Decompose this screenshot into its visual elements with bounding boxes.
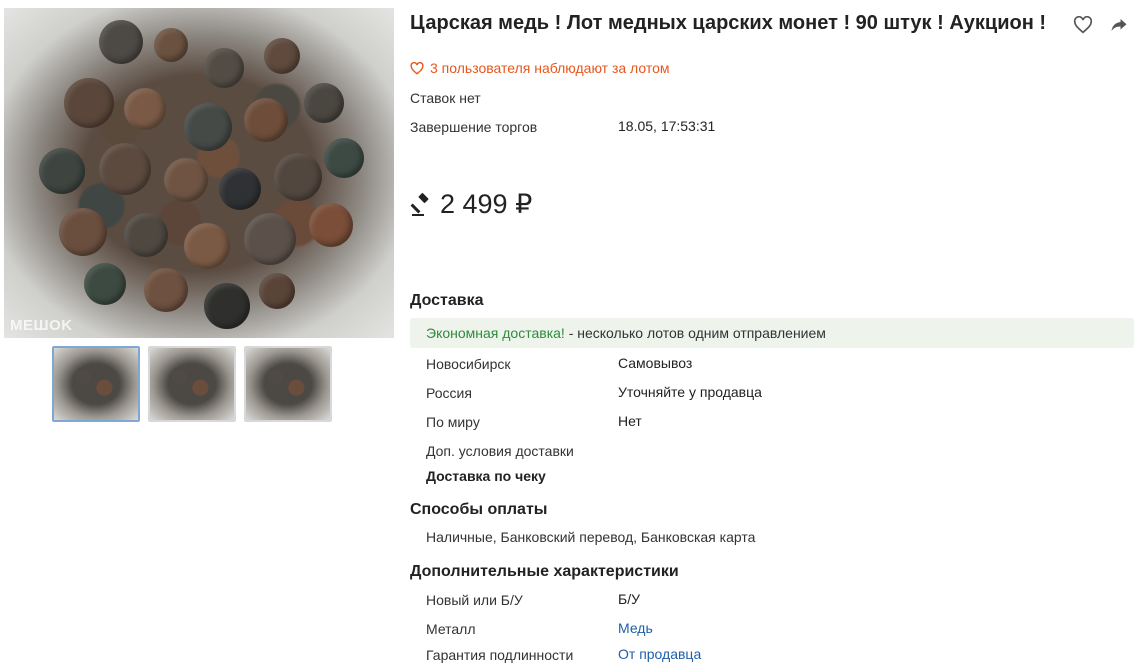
thumbnail-strip [52, 346, 332, 422]
delivery-row-value: Нет [618, 413, 642, 429]
favorite-button[interactable] [1072, 14, 1094, 36]
heart-icon [1073, 16, 1093, 34]
spec-value: Б/У [618, 591, 640, 607]
watchers-info[interactable]: 3 пользователя наблюдают за лотом [410, 60, 670, 76]
delivery-row-label: Новосибирск [426, 356, 511, 372]
watermark-logo: MEШOK [10, 317, 73, 334]
spec-value-link[interactable]: Медь [618, 620, 653, 636]
share-button[interactable] [1108, 14, 1130, 36]
watchers-text: 3 пользователя наблюдают за лотом [430, 60, 670, 76]
spec-value-link[interactable]: От продавца [618, 646, 701, 662]
title-actions [1072, 14, 1130, 36]
photo-gallery: MEШOK [4, 8, 394, 422]
delivery-row-label: Россия [426, 385, 472, 401]
delivery-extra: Доставка по чеку [426, 468, 546, 484]
heart-outline-icon [410, 61, 424, 75]
delivery-promo: Экономная доставка! - несколько лотов од… [410, 318, 1134, 348]
end-label: Завершение торгов [410, 119, 538, 135]
bids-status: Ставок нет [410, 90, 481, 106]
spec-label: Гарантия подлинности [426, 647, 574, 663]
price-value: 2 499 ₽ [440, 189, 533, 219]
end-value: 18.05, 17:53:31 [618, 118, 716, 134]
lot-title: Царская медь ! Лот медных царских монет … [410, 12, 1047, 34]
specs-heading: Дополнительные характеристики [410, 563, 679, 580]
main-photo[interactable]: MEШOK [4, 8, 394, 338]
spec-label: Металл [426, 621, 476, 637]
payment-heading: Способы оплаты [410, 501, 548, 518]
promo-highlight: Экономная доставка! [426, 325, 565, 341]
delivery-row-label: Доп. условия доставки [426, 443, 574, 459]
delivery-row-value: Самовывоз [618, 355, 693, 371]
auction-hammer-icon [410, 192, 429, 216]
spec-label: Новый или Б/У [426, 592, 523, 608]
promo-text: - несколько лотов одним отправлением [564, 325, 826, 341]
delivery-heading: Доставка [410, 292, 484, 309]
price-block: 2 499 ₽ [410, 189, 532, 220]
share-icon [1111, 19, 1127, 31]
thumbnail-2[interactable] [148, 346, 236, 422]
thumbnail-3[interactable] [244, 346, 332, 422]
delivery-row-value: Уточняйте у продавца [618, 384, 762, 400]
delivery-row-label: По миру [426, 414, 480, 430]
payment-methods: Наличные, Банковский перевод, Банковская… [426, 529, 756, 545]
thumbnail-1[interactable] [52, 346, 140, 422]
